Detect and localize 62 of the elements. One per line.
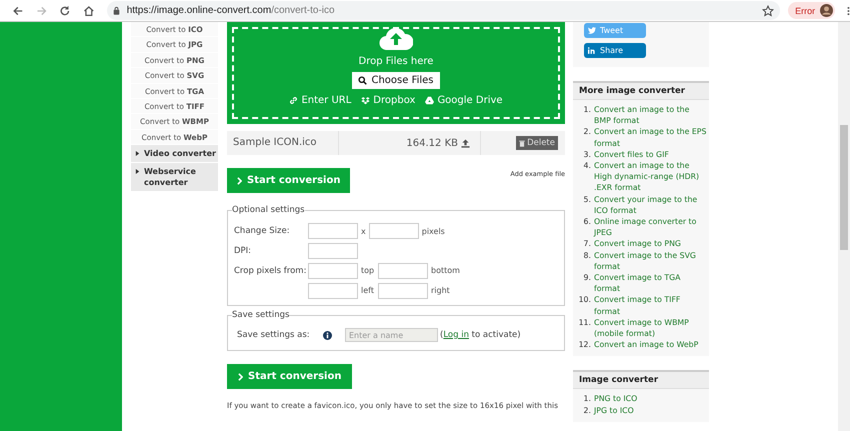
- panel-title: Image converter: [573, 372, 709, 390]
- triangle-icon: [135, 169, 140, 174]
- crop-input[interactable]: [378, 263, 428, 279]
- crop-input[interactable]: [378, 283, 428, 299]
- side-label: right: [431, 285, 450, 297]
- sidebar-group[interactable]: Video converter: [131, 145, 218, 164]
- upload-source-link[interactable]: Google Drive: [425, 95, 503, 106]
- size-separator: x: [361, 226, 366, 236]
- reload-icon[interactable]: [59, 4, 72, 16]
- home-icon[interactable]: [83, 4, 95, 16]
- avatar-icon: [820, 4, 834, 17]
- file-size: 164.12 KB: [405, 138, 458, 148]
- box-icon: [361, 96, 370, 105]
- bookmark-star-icon[interactable]: [762, 4, 774, 16]
- settings-name-input[interactable]: Enter a name: [345, 328, 438, 342]
- profile-button[interactable]: Error: [788, 2, 836, 19]
- url-text: https://image.online-convert.com/convert-to-ico: [126, 5, 336, 16]
- link-icon: [289, 96, 298, 105]
- crop-input[interactable]: [308, 263, 358, 279]
- panel-legend: Save settings: [232, 310, 290, 320]
- triangle-icon: [135, 151, 140, 156]
- lock-icon: [112, 6, 120, 15]
- bird-icon: [588, 27, 596, 34]
- trash-icon: [519, 140, 526, 146]
- upload-source-link[interactable]: Dropbox: [361, 95, 416, 106]
- dpi-input[interactable]: [308, 243, 358, 259]
- height-input[interactable]: [368, 223, 419, 239]
- login-hint: (Log in to activate): [440, 330, 521, 340]
- crop-input[interactable]: [308, 283, 358, 299]
- start-conversion-button[interactable]: Start conversion: [227, 168, 350, 193]
- field-label: Save settings as:: [237, 330, 311, 340]
- share-button[interactable]: Share: [584, 43, 646, 58]
- sidebar-group[interactable]: Webservice converter: [131, 163, 218, 192]
- field-label: Change Size:: [234, 225, 291, 238]
- scrollbar[interactable]: [838, 22, 850, 431]
- search-icon: [358, 76, 368, 85]
- unit-label: pixels: [422, 226, 445, 236]
- side-label: top: [361, 265, 374, 277]
- upload-source-link[interactable]: Enter URL: [289, 95, 352, 106]
- side-label: bottom: [431, 265, 460, 277]
- choose-files-button[interactable]: Choose Files: [352, 72, 440, 89]
- upload-icon[interactable]: [461, 138, 470, 148]
- address-bar[interactable]: https://image.online-convert.com/convert-to-ico: [106, 1, 780, 20]
- file-name: Sample ICON.ico: [227, 131, 339, 155]
- drop-hint: Drop Files here: [358, 56, 434, 67]
- start-conversion-button[interactable]: Start conversion: [227, 364, 352, 389]
- width-input[interactable]: [308, 223, 358, 239]
- info-icon[interactable]: [323, 330, 332, 340]
- back-icon[interactable]: [12, 4, 24, 16]
- login-link[interactable]: Log in: [443, 330, 469, 340]
- chevron-icon: [238, 372, 243, 380]
- upload-area[interactable]: Drop Files here Choose Files Enter URL Dropbox Google Drive: [227, 22, 565, 124]
- chevron-icon: [237, 176, 242, 184]
- panel-title: More image converter: [573, 83, 709, 100]
- side-label: left: [361, 285, 374, 297]
- panel-legend: Optional settings: [232, 205, 305, 215]
- field-label: Crop pixels from:: [234, 265, 308, 278]
- field-label: DPI:: [234, 245, 252, 258]
- menu-icon[interactable]: [847, 6, 850, 16]
- in-logo-icon: [588, 47, 596, 54]
- delete-button[interactable]: Delete: [516, 136, 558, 150]
- triangle-logo-icon: [425, 96, 434, 105]
